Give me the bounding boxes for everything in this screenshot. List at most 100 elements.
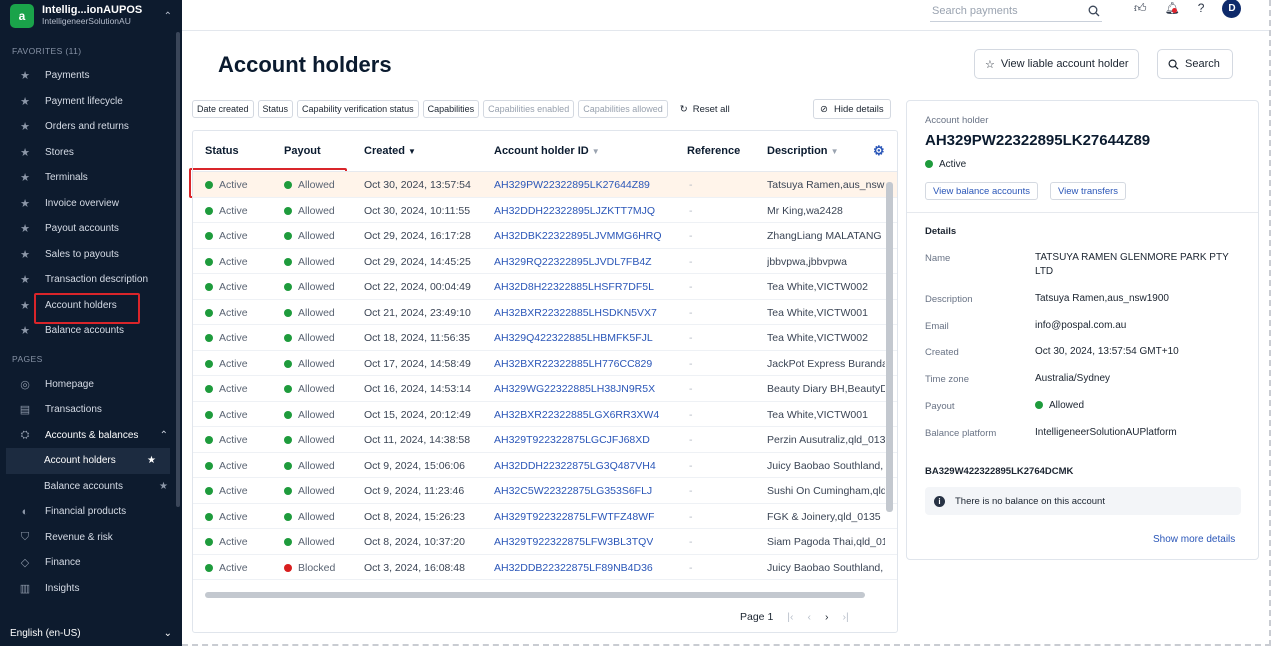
table-row[interactable]: Active Allowed Oct 8, 2024, 10:37:20 AH329T… xyxy=(193,529,897,555)
table-row[interactable]: Active Allowed Oct 30, 2024, 10:11:55 AH32D… xyxy=(193,198,897,223)
status-dot xyxy=(205,436,213,444)
view-liable-account-holder-button[interactable]: ☆ View liable account holder xyxy=(974,49,1140,79)
filter-chip-disabled[interactable]: Capabilities enabled xyxy=(483,100,575,118)
search-icon xyxy=(1088,5,1100,16)
cell-id[interactable]: AH32BXR22322885LH776CC829 xyxy=(494,358,652,370)
sidebar-fav-item[interactable]: ★ Payout accounts xyxy=(0,216,182,242)
cell-id[interactable]: AH32DDB22322875LF89NB4D36 xyxy=(494,562,653,574)
cell-id[interactable]: AH32BXR22322885LHSDKN5VX7 xyxy=(494,307,657,319)
sidebar-subitem[interactable]: Balance accounts ★ xyxy=(0,474,182,500)
cell-id[interactable]: AH329RQ22322895LJVDL7FB4Z xyxy=(494,256,652,268)
sidebar-fav-item[interactable]: ★ Invoice overview xyxy=(0,191,182,217)
filter-chip[interactable]: Date created xyxy=(192,100,254,118)
filter-chip-disabled[interactable]: Capabilities allowed xyxy=(578,100,668,118)
table-vertical-scrollbar[interactable] xyxy=(885,172,894,592)
col-created[interactable]: Created ▼ xyxy=(364,145,416,157)
payout-dot xyxy=(284,181,292,189)
no-balance-notice: i There is no balance on this account xyxy=(925,487,1241,515)
sidebar-page-item[interactable]: ◎ Homepage xyxy=(0,372,182,398)
table-row[interactable]: Active Allowed Oct 30, 2024, 13:57:54 AH329… xyxy=(193,172,897,198)
cell-id[interactable]: AH329Q422322885LHBMFK5FJL xyxy=(494,332,653,344)
cell-status: Active xyxy=(205,536,248,548)
sidebar-scrollbar[interactable] xyxy=(176,32,180,507)
sidebar-fav-item[interactable]: ★ Stores xyxy=(0,140,182,166)
cell-created: Oct 8, 2024, 10:37:20 xyxy=(364,536,465,548)
sidebar-subitem[interactable]: Account holders ★ xyxy=(6,448,170,474)
view-balance-accounts-button[interactable]: View balance accounts xyxy=(925,182,1038,200)
star-icon: ★ xyxy=(20,172,30,185)
table-row[interactable]: Active Allowed Oct 9, 2024, 11:23:46 AH32C5… xyxy=(193,478,897,504)
col-reference[interactable]: Reference xyxy=(687,145,740,157)
sidebar-fav-item[interactable]: ★ Orders and returns xyxy=(0,114,182,140)
table-row[interactable]: Active Allowed Oct 29, 2024, 16:17:28 AH32D… xyxy=(193,223,897,249)
table-row[interactable]: Active Allowed Oct 9, 2024, 15:06:06 AH32DD… xyxy=(193,453,897,478)
sidebar-fav-item[interactable]: ★ Terminals xyxy=(0,165,182,191)
table-row[interactable]: Active Allowed Oct 11, 2024, 14:38:58 AH329… xyxy=(193,427,897,453)
hide-details-button[interactable]: ⊘ Hide details xyxy=(813,99,891,119)
bell-icon[interactable]: 🔔︎ xyxy=(1165,1,1180,15)
detail-label: Payout xyxy=(925,401,955,412)
table-row[interactable]: Active Allowed Oct 21, 2024, 23:49:10 AH32B… xyxy=(193,300,897,325)
show-more-details-link[interactable]: Show more details xyxy=(1153,533,1235,547)
cell-id[interactable]: AH32D8H22322885LHSFR7DF5L xyxy=(494,281,654,293)
sidebar-page-item[interactable]: ◐ Financial products xyxy=(0,499,182,525)
avatar[interactable]: D xyxy=(1222,0,1242,18)
table-horizontal-scrollbar[interactable] xyxy=(193,590,885,600)
cell-id[interactable]: AH32BXR22322885LGX6RR3XW4 xyxy=(494,409,659,421)
account-switcher[interactable]: a Intellig...ionAUPOS IntelligeneerSolut… xyxy=(0,0,182,32)
sidebar-page-item[interactable]: ▥ Insights xyxy=(0,576,182,602)
search-button[interactable]: Search xyxy=(1157,49,1233,79)
table-row[interactable]: Active Allowed Oct 17, 2024, 14:58:49 AH32B… xyxy=(193,351,897,376)
language-select[interactable]: English (en-US) ⌄ xyxy=(0,620,182,646)
sidebar-page-item[interactable]: ◇ Finance xyxy=(0,550,182,576)
thumbs-up-icon[interactable]: 👍︎ xyxy=(1134,1,1147,16)
cell-id[interactable]: AH32DDH22322895LJZKTT7MJQ xyxy=(494,205,655,217)
view-transfers-button[interactable]: View transfers xyxy=(1050,182,1127,200)
sidebar-fav-item[interactable]: ★ Transaction description xyxy=(0,267,182,293)
filter-chip[interactable]: Capability verification status xyxy=(297,100,419,118)
cell-id[interactable]: AH32DDH22322875LG3Q487VH4 xyxy=(494,460,656,472)
cell-id[interactable]: AH329T922322875LFWTFZ48WF xyxy=(494,511,654,523)
gear-icon[interactable]: ⚙ xyxy=(873,143,885,159)
next-page-icon[interactable]: › xyxy=(825,611,829,623)
table-row[interactable]: Active Allowed Oct 22, 2024, 00:04:49 AH32D… xyxy=(193,274,897,300)
cell-payout: Allowed xyxy=(284,485,335,497)
sidebar-fav-item[interactable]: ★ Payment lifecycle xyxy=(0,89,182,115)
coin-icon: ◐ xyxy=(21,505,29,518)
col-account-holder-id[interactable]: Account holder ID ▼ xyxy=(494,145,600,157)
table-row[interactable]: Active Allowed Oct 8, 2024, 15:26:23 AH329T… xyxy=(193,504,897,529)
sidebar-fav-item[interactable]: ★ Sales to payouts xyxy=(0,242,182,268)
search-payments-input[interactable]: Search payments xyxy=(930,0,1102,22)
chart-icon: ▥ xyxy=(19,582,31,595)
cell-id[interactable]: AH329T922322875LGCJFJ68XD xyxy=(494,434,650,446)
filter-chip[interactable]: Status xyxy=(257,100,294,118)
star-icon[interactable]: ★ xyxy=(147,455,156,466)
status-label: Active xyxy=(219,510,248,523)
help-icon[interactable]: ? xyxy=(1198,1,1205,15)
filter-chip[interactable]: Capabilities xyxy=(422,100,480,118)
reset-all-button[interactable]: ↻ Reset all xyxy=(680,104,730,115)
sidebar-page-item[interactable]: ⛭ Accounts & balances ⌃ xyxy=(0,423,182,449)
cell-id[interactable]: AH329T922322875LFW3BL3TQV xyxy=(494,536,653,548)
star-icon[interactable]: ★ xyxy=(159,481,168,492)
first-page-icon[interactable]: |‹ xyxy=(787,611,793,623)
prev-page-icon[interactable]: ‹ xyxy=(808,611,812,623)
col-payout[interactable]: Payout xyxy=(284,145,321,157)
sidebar-page-item[interactable]: ⛉ Revenue & risk xyxy=(0,525,182,551)
cell-id[interactable]: AH329WG22322885LH38JN9R5X xyxy=(494,383,655,395)
col-status[interactable]: Status xyxy=(205,145,239,157)
table-row[interactable]: Active Allowed Oct 18, 2024, 11:56:35 AH329… xyxy=(193,325,897,351)
cell-id[interactable]: AH329PW22322895LK27644Z89 xyxy=(494,179,650,191)
table-row[interactable]: Active Allowed Oct 16, 2024, 14:53:14 AH329… xyxy=(193,376,897,402)
table-row[interactable]: Active Allowed Oct 29, 2024, 14:45:25 AH329… xyxy=(193,249,897,274)
col-description[interactable]: Description ▼ xyxy=(767,145,839,157)
cell-reference: - xyxy=(689,179,693,191)
sidebar-fav-item[interactable]: ★ Payments xyxy=(0,63,182,89)
cell-id[interactable]: AH32DBK22322895LJVMMG6HRQ xyxy=(494,230,662,242)
table-row[interactable]: Active Allowed Oct 15, 2024, 20:12:49 AH32B… xyxy=(193,402,897,427)
last-page-icon[interactable]: ›| xyxy=(843,611,849,623)
cell-description: Tea White,VICTW002 xyxy=(767,281,868,293)
cell-id[interactable]: AH32C5W22322875LG353S6FLJ xyxy=(494,485,652,497)
sidebar-page-item[interactable]: ▤ Transactions xyxy=(0,397,182,423)
table-row[interactable]: Active Blocked Oct 3, 2024, 16:08:48 AH32DD… xyxy=(193,555,897,580)
